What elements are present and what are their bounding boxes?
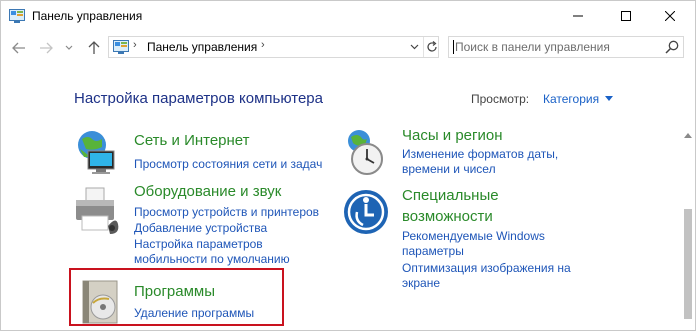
link-recommended-settings[interactable]: Рекомендуемые Windows [402,229,545,243]
scroll-thumb[interactable] [684,209,692,319]
category-clock-region[interactable]: Часы и регион [402,127,503,144]
category-hardware-sound[interactable]: Оборудование и звук [134,183,281,200]
category-ease-of-access[interactable]: Специальные [402,187,499,204]
refresh-icon [427,41,437,52]
minimize-button[interactable] [555,1,601,31]
breadcrumb-separator[interactable]: › [133,39,137,51]
search-input[interactable] [455,39,655,55]
chevron-down-icon [410,44,418,50]
window-title: Панель управления [32,9,143,23]
maximize-button[interactable] [603,1,649,31]
clock-globe-icon[interactable] [341,127,391,177]
breadcrumb-control-panel[interactable]: Панель управления [147,40,257,54]
caret-down-icon[interactable] [605,96,613,101]
highlight-frame [69,268,284,326]
control-panel-icon [113,40,129,54]
category-ease-of-access-cont[interactable]: возможности [402,208,493,225]
text-cursor [453,40,454,54]
link-change-date-formats[interactable]: Изменение форматов даты, [402,147,558,161]
control-panel-window: Панель управления › Панель управления › … [0,0,696,331]
arrow-right-icon [40,42,53,54]
link-change-date-formats-cont[interactable]: времени и чисел [402,162,496,176]
maximize-icon [621,11,631,21]
scroll-up-button[interactable] [682,129,694,141]
close-button[interactable] [647,1,693,31]
printer-icon[interactable] [72,186,122,236]
link-optimize-display-cont[interactable]: экране [402,276,440,290]
link-mobility-settings-cont[interactable]: мобильности по умолчанию [134,252,290,266]
chevron-up-icon [684,132,692,138]
view-by-label: Просмотр: [471,92,530,106]
link-view-network-status[interactable]: Просмотр состояния сети и задач [134,157,322,171]
link-recommended-settings-cont[interactable]: параметры [402,244,464,258]
link-mobility-settings[interactable]: Настройка параметров [134,237,263,251]
breadcrumb-separator[interactable]: › [261,39,265,51]
back-button[interactable] [10,38,28,58]
category-network-internet[interactable]: Сеть и Интернет [134,132,250,149]
search-box[interactable] [448,36,684,58]
link-view-devices-printers[interactable]: Просмотр устройств и принтеров [134,205,319,219]
title-bar: Панель управления [1,1,695,31]
recent-locations-button[interactable] [63,38,75,58]
network-globe-icon[interactable] [72,127,122,177]
refresh-button[interactable] [423,37,440,57]
search-icon[interactable] [665,40,679,54]
arrow-up-icon [88,41,100,54]
address-dropdown-button[interactable] [406,37,422,57]
close-icon [665,11,675,21]
view-by-dropdown[interactable]: Категория [543,92,599,106]
vertical-scrollbar[interactable] [682,129,694,329]
chevron-down-icon [65,45,73,50]
ease-of-access-icon[interactable] [341,187,391,237]
link-optimize-display[interactable]: Оптимизация изображения на [402,261,571,275]
control-panel-icon [9,9,25,23]
link-add-device[interactable]: Добавление устройства [134,221,267,235]
navigation-bar: › Панель управления › [1,34,695,62]
up-button[interactable] [85,38,103,58]
minimize-icon [573,15,583,17]
address-bar[interactable]: › Панель управления › [108,36,439,58]
arrow-left-icon [12,42,25,54]
page-heading: Настройка параметров компьютера [74,90,323,107]
forward-button[interactable] [37,38,55,58]
